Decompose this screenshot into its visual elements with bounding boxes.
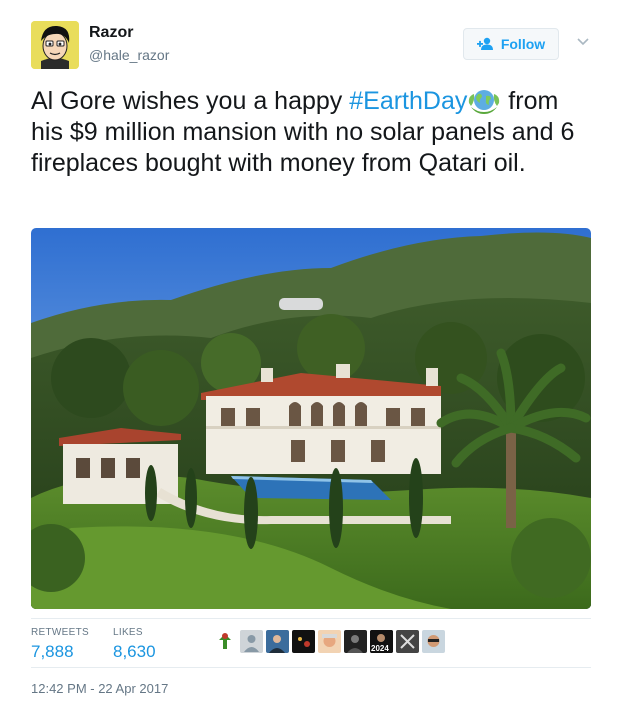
- earth-emoji-icon: [469, 90, 500, 114]
- retweets-stat[interactable]: RETWEETS 7,888: [31, 627, 89, 662]
- user-handle[interactable]: @hale_razor: [89, 47, 169, 63]
- likes-count: 8,630: [113, 642, 156, 661]
- tweet-text-before: Al Gore wishes you a happy: [31, 87, 350, 115]
- liker-avatar[interactable]: [292, 630, 315, 653]
- add-user-icon: [476, 37, 493, 50]
- user-name[interactable]: Razor: [89, 24, 133, 42]
- liker-badge: 2024: [371, 644, 389, 653]
- liker-avatar[interactable]: [344, 630, 367, 653]
- liker-avatar[interactable]: [396, 630, 419, 653]
- liker-avatar[interactable]: [266, 630, 289, 653]
- liker-avatar[interactable]: [240, 630, 263, 653]
- chevron-down-icon[interactable]: [575, 36, 591, 48]
- tweet-stats: RETWEETS 7,888 LIKES 8,630 2024: [31, 618, 591, 668]
- likes-label: LIKES: [113, 627, 143, 638]
- retweets-label: RETWEETS: [31, 627, 89, 638]
- liker-avatar-2024[interactable]: 2024: [370, 630, 393, 653]
- user-avatar[interactable]: [31, 21, 79, 69]
- hashtag-link[interactable]: #EarthDay: [349, 87, 467, 115]
- follow-label: Follow: [500, 36, 546, 52]
- liker-avatar[interactable]: [422, 630, 445, 653]
- liker-avatar[interactable]: [318, 630, 341, 653]
- retweets-count: 7,888: [31, 642, 74, 661]
- tweet-text: Al Gore wishes you a happy #EarthDay fro…: [31, 86, 591, 179]
- tweet-timestamp[interactable]: 12:42 PM - 22 Apr 2017: [31, 681, 168, 696]
- cartoon-man-avatar-icon: [31, 21, 79, 69]
- tweet-photo[interactable]: [31, 228, 591, 609]
- likes-stat[interactable]: LIKES 8,630: [113, 627, 156, 662]
- likers-avatars: 2024: [214, 630, 445, 654]
- follow-button[interactable]: Follow: [463, 28, 559, 60]
- tweet-header: Razor @hale_razor Follow: [31, 18, 591, 72]
- mansion-photo: [31, 228, 591, 609]
- liker-avatar[interactable]: [214, 630, 237, 653]
